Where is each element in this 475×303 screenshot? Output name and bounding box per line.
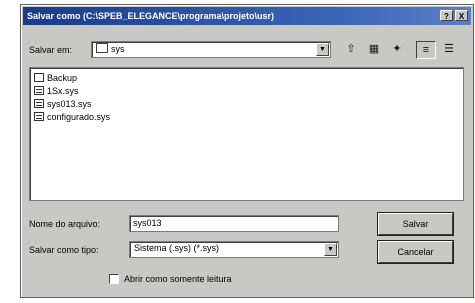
window-title: Salvar como (C:\SPEB_ELEGANCE\programa\p…: [27, 11, 275, 21]
list-item-label: 1Sx.sys: [47, 86, 79, 96]
list-item-label: configurado.sys: [47, 112, 111, 122]
look-in-selected: sys: [96, 43, 125, 54]
file-icon: [34, 86, 44, 95]
filename-input[interactable]: sys013: [129, 215, 339, 232]
cancel-button[interactable]: Cancelar: [377, 240, 454, 264]
folder-icon: [34, 73, 44, 82]
filetype-label: Salvar como tipo:: [29, 245, 99, 255]
look-in-label: Salvar em:: [29, 45, 73, 55]
save-button[interactable]: Salvar: [377, 212, 454, 236]
chevron-down-icon[interactable]: ▼: [324, 243, 337, 256]
chevron-down-icon[interactable]: ▼: [316, 43, 329, 56]
filetype-dropdown[interactable]: Sistema (.sys) (*.sys) ▼: [129, 241, 339, 258]
desktop-icon: ▦: [368, 43, 380, 55]
look-in-dropdown[interactable]: sys ▼: [91, 41, 331, 58]
help-button[interactable]: ?: [440, 10, 453, 21]
file-icon: [34, 99, 44, 108]
save-dialog: Salvar como (C:\SPEB_ELEGANCE\programa\p…: [20, 4, 474, 298]
list-item[interactable]: sys013.sys: [34, 98, 92, 110]
list-item-label: Backup: [47, 73, 78, 83]
details-view-button[interactable]: ☰: [439, 41, 459, 59]
up-folder-button[interactable]: ⇧: [341, 41, 361, 59]
list-view-icon: ≡: [422, 44, 430, 56]
list-item-label: sys013.sys: [47, 99, 92, 109]
title-bar: Salvar como (C:\SPEB_ELEGANCE\programa\p…: [23, 7, 471, 25]
new-folder-button[interactable]: ✦: [387, 41, 407, 59]
details-view-icon: ☰: [444, 43, 454, 55]
readonly-checkbox[interactable]: [109, 274, 119, 284]
list-view-button[interactable]: ≡: [416, 41, 436, 59]
readonly-label: Abrir como somente leitura: [124, 274, 232, 284]
list-item[interactable]: 1Sx.sys: [34, 85, 79, 97]
filename-value: sys013: [133, 218, 162, 228]
desktop-button[interactable]: ▦: [364, 41, 384, 59]
list-item[interactable]: Backup: [34, 72, 77, 84]
filetype-value: Sistema (.sys) (*.sys): [134, 243, 220, 253]
up-folder-icon: ⇧: [346, 43, 356, 55]
file-icon: [34, 112, 44, 121]
look-in-value: sys: [111, 44, 125, 54]
filename-label: Nome do arquivo:: [29, 219, 101, 229]
close-button[interactable]: X: [455, 10, 468, 21]
folder-icon: [96, 43, 108, 53]
file-list[interactable]: Backup 1Sx.sys sys013.sys configurado.sy…: [29, 67, 464, 201]
list-item[interactable]: configurado.sys: [34, 111, 110, 123]
new-folder-icon: ✦: [392, 43, 402, 55]
